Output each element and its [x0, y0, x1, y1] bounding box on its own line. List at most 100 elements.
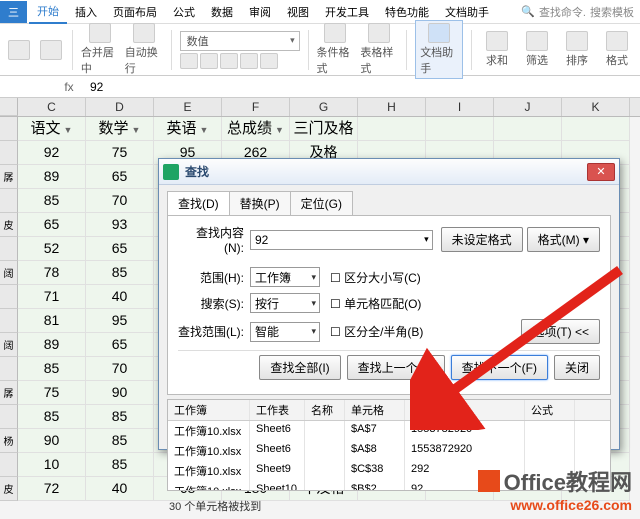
dialog-titlebar[interactable]: 查找 ✕: [159, 159, 619, 185]
row-label[interactable]: 阔: [0, 333, 18, 357]
find-all-button[interactable]: 查找全部(I): [259, 355, 340, 380]
cell[interactable]: 92: [18, 141, 86, 165]
cell[interactable]: 85: [18, 405, 86, 429]
cell[interactable]: 10: [18, 453, 86, 477]
number-format-select[interactable]: 数值: [180, 31, 300, 51]
cell[interactable]: 93: [86, 213, 154, 237]
search-templates[interactable]: 搜索模板: [590, 4, 634, 20]
cell[interactable]: [426, 117, 494, 141]
row-label[interactable]: 孱: [0, 381, 18, 405]
tab-home[interactable]: 开始: [29, 0, 67, 24]
row-label[interactable]: [0, 237, 18, 261]
autosum-button[interactable]: 求和: [480, 31, 514, 68]
cell[interactable]: [358, 117, 426, 141]
fullhalf-checkbox[interactable]: ☐ 区分全/半角(B): [330, 323, 423, 340]
row-label[interactable]: 杨: [0, 429, 18, 453]
cell[interactable]: 90: [18, 429, 86, 453]
wrap-text-button[interactable]: 自动换行: [125, 23, 163, 76]
col-hdr[interactable]: J: [494, 98, 562, 116]
filter-arrow-icon[interactable]: ▼: [64, 125, 73, 135]
cell[interactable]: 78: [18, 261, 86, 285]
result-row[interactable]: 工作簿10.xlsxSheet6$A$71553782920: [168, 421, 610, 441]
tab-review[interactable]: 审阅: [241, 1, 279, 23]
cell[interactable]: 65: [18, 213, 86, 237]
search-commands[interactable]: 查找命令.: [539, 4, 586, 20]
cell[interactable]: 65: [86, 237, 154, 261]
col-hdr[interactable]: K: [562, 98, 630, 116]
result-row[interactable]: 工作簿10.xlsxSheet6$A$81553872920: [168, 441, 610, 461]
cell[interactable]: 81: [18, 309, 86, 333]
doc-assist-button[interactable]: 文档助手: [415, 20, 463, 79]
cell[interactable]: 三门及格: [290, 117, 358, 141]
tab-insert[interactable]: 插入: [67, 1, 105, 23]
cell[interactable]: 85: [86, 261, 154, 285]
fx-icon[interactable]: fx: [54, 80, 84, 94]
cell[interactable]: 89: [18, 165, 86, 189]
col-hdr[interactable]: H: [358, 98, 426, 116]
tab-special[interactable]: 特色功能: [377, 1, 437, 23]
close-button[interactable]: ✕: [587, 163, 615, 181]
tab-replace[interactable]: 替换(P): [229, 191, 291, 215]
tab-devtools[interactable]: 开发工具: [317, 1, 377, 23]
tab-pagelayout[interactable]: 页面布局: [105, 1, 165, 23]
row-label[interactable]: 孱: [0, 165, 18, 189]
tab-data[interactable]: 数据: [203, 1, 241, 23]
cell[interactable]: [562, 117, 630, 141]
row-label[interactable]: [0, 117, 18, 141]
col-hdr[interactable]: G: [290, 98, 358, 116]
merge-center-button[interactable]: 合并居中: [81, 23, 119, 76]
col-hdr[interactable]: I: [426, 98, 494, 116]
conditional-format-button[interactable]: 条件格式: [316, 23, 354, 76]
cell[interactable]: 75: [86, 141, 154, 165]
cell[interactable]: 89: [18, 333, 86, 357]
close-button-2[interactable]: 关闭: [554, 355, 600, 380]
cell[interactable]: 英语▼: [154, 117, 222, 141]
ribbon-btn-2[interactable]: [38, 40, 64, 60]
cell[interactable]: 52: [18, 237, 86, 261]
cell[interactable]: 85: [86, 429, 154, 453]
tab-find[interactable]: 查找(D): [167, 191, 230, 215]
cell[interactable]: 40: [86, 477, 154, 501]
row-label[interactable]: [0, 357, 18, 381]
format-button[interactable]: 格式: [600, 31, 634, 68]
cell[interactable]: 总成绩▼: [222, 117, 290, 141]
find-prev-button[interactable]: 查找上一个(V): [347, 355, 445, 380]
cell[interactable]: [494, 117, 562, 141]
tab-dochelper[interactable]: 文档助手: [437, 1, 497, 23]
row-label[interactable]: 阔: [0, 261, 18, 285]
cell[interactable]: 65: [86, 333, 154, 357]
row-label[interactable]: [0, 189, 18, 213]
cell[interactable]: 85: [18, 357, 86, 381]
match-cell-checkbox[interactable]: ☐ 单元格匹配(O): [330, 295, 421, 312]
lookin-select[interactable]: 智能: [250, 322, 320, 342]
search-dir-select[interactable]: 按行: [250, 293, 320, 313]
row-label[interactable]: 皮: [0, 213, 18, 237]
scope-select[interactable]: 工作簿: [250, 267, 320, 287]
find-content-input[interactable]: 92▾: [250, 230, 433, 250]
filter-arrow-icon[interactable]: ▼: [132, 125, 141, 135]
cell[interactable]: 85: [86, 453, 154, 477]
comma-icon[interactable]: [220, 53, 238, 69]
cell[interactable]: 85: [18, 189, 86, 213]
table-style-button[interactable]: 表格样式: [360, 23, 398, 76]
cell[interactable]: 70: [86, 189, 154, 213]
row-label[interactable]: [0, 405, 18, 429]
tab-view[interactable]: 视图: [279, 1, 317, 23]
col-hdr[interactable]: F: [222, 98, 290, 116]
cell[interactable]: 40: [86, 285, 154, 309]
cell[interactable]: 85: [86, 405, 154, 429]
tab-formula[interactable]: 公式: [165, 1, 203, 23]
filter-button[interactable]: 筛选: [520, 31, 554, 68]
tab-goto[interactable]: 定位(G): [290, 191, 353, 215]
percent-icon[interactable]: [200, 53, 218, 69]
file-menu[interactable]: 三: [0, 1, 27, 23]
currency-icon[interactable]: [180, 53, 198, 69]
col-hdr[interactable]: E: [154, 98, 222, 116]
options-button[interactable]: 选项(T) <<: [521, 319, 600, 344]
cell[interactable]: 75: [18, 381, 86, 405]
inc-decimal-icon[interactable]: [240, 53, 258, 69]
find-next-button[interactable]: 查找下一个(F): [451, 355, 548, 380]
row-label[interactable]: [0, 453, 18, 477]
match-case-checkbox[interactable]: ☐ 区分大小写(C): [330, 269, 421, 286]
filter-arrow-icon[interactable]: ▼: [275, 125, 284, 135]
